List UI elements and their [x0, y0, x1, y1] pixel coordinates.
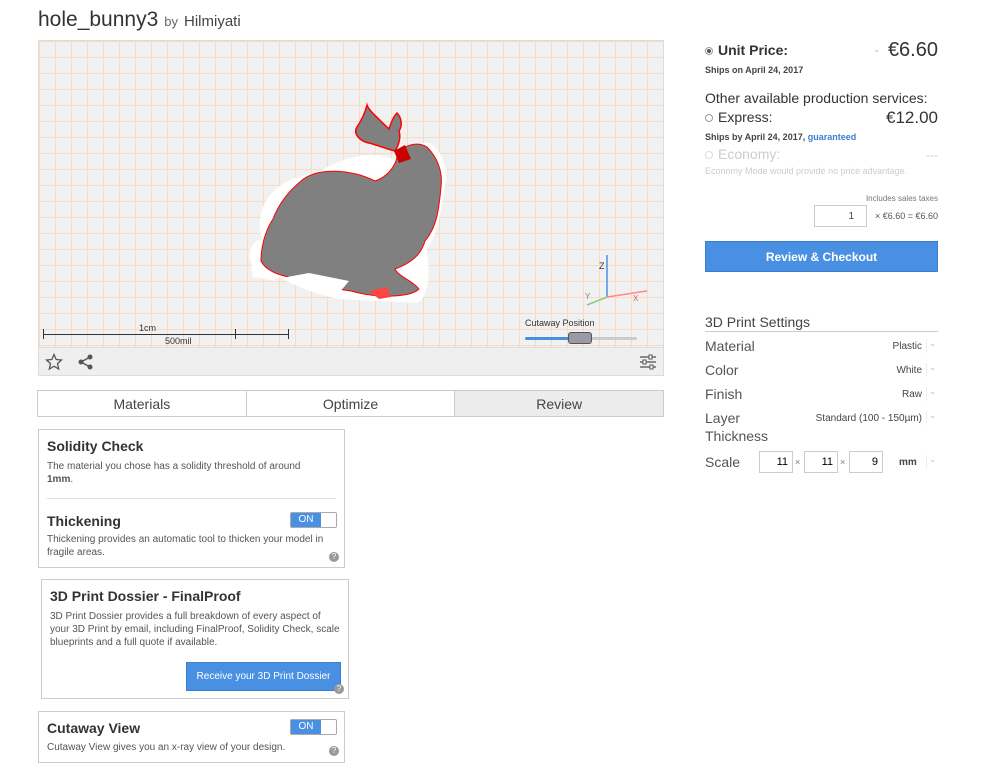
scale-label: Scale — [705, 454, 741, 470]
model-viewer[interactable]: Z Y X 1cm 500mil Cutaway Position — [38, 40, 664, 376]
economy-label: Economy: — [718, 146, 781, 162]
scale-ruler: 1cm 500mil — [43, 323, 289, 346]
quantity-formula: × €6.60 = €6.60 — [874, 211, 938, 221]
solidity-threshold-suffix: . — [70, 474, 74, 485]
finish-value: Raw — [901, 389, 922, 400]
unit-price-value: €6.60 — [887, 39, 938, 61]
cutaway-slider-handle[interactable] — [568, 332, 593, 344]
settings-sliders-icon[interactable] — [639, 353, 657, 371]
chevron-down-icon[interactable]: ⌄ — [926, 411, 938, 425]
review-checkout-button[interactable]: Review & Checkout — [705, 241, 938, 272]
express-price: €12.00 — [886, 108, 938, 127]
help-icon[interactable]: ? — [334, 684, 344, 694]
layer-thickness-label: Layer Thickness — [705, 410, 769, 444]
scale-z-input[interactable] — [849, 451, 883, 473]
unit-price-radio[interactable] — [705, 47, 713, 55]
scale-setting: Scale × × mm ⌄ — [705, 451, 938, 477]
guaranteed-link[interactable]: guaranteed — [808, 132, 857, 142]
economy-note: Economy Mode would provide no price adva… — [705, 166, 908, 176]
workflow-tabs: Materials Optimize Review — [37, 390, 664, 417]
chevron-down-icon[interactable]: ⌄ — [926, 455, 938, 469]
color-value: White — [896, 365, 922, 376]
solidity-text: The material you chose has a solidity th… — [47, 460, 337, 486]
print-settings-title: 3D Print Settings — [705, 314, 811, 330]
title-row: hole_bunny3 by Hilmiyati — [38, 8, 241, 32]
model-name: hole_bunny3 — [38, 8, 159, 31]
scale-cm-label: 1cm — [139, 323, 157, 333]
tab-optimize[interactable]: Optimize — [246, 391, 456, 416]
axis-y-label: Y — [585, 292, 591, 301]
bunny-ear-section — [355, 102, 402, 152]
scale-unit[interactable]: mm — [899, 457, 917, 468]
economy-radio[interactable] — [705, 151, 713, 159]
cutaway-control: Cutaway Position — [525, 318, 641, 344]
cutaway-view-title: Cutaway View — [47, 720, 141, 736]
times-sign: × — [795, 457, 801, 467]
solidity-threshold: 1mm — [47, 474, 71, 485]
tab-materials[interactable]: Materials — [38, 391, 247, 416]
other-services-title: Other available production services: — [705, 90, 928, 106]
material-label: Material — [705, 338, 755, 354]
material-setting[interactable]: Material Plastic ⌄ — [705, 337, 938, 357]
tax-note: Includes sales taxes — [865, 194, 938, 203]
express-radio[interactable] — [705, 114, 713, 122]
finish-setting[interactable]: Finish Raw ⌄ — [705, 385, 938, 405]
help-icon[interactable]: ? — [329, 552, 339, 562]
help-icon[interactable]: ? — [329, 746, 339, 756]
cutaway-view-toggle-state: ON — [291, 720, 321, 734]
viewer-canvas[interactable]: Z Y X 1cm 500mil Cutaway Position — [39, 41, 663, 349]
viewer-toolbar — [39, 347, 663, 375]
thickening-toggle[interactable]: ON — [290, 512, 337, 528]
unit-price-label: Unit Price: — [718, 42, 789, 58]
scale-x-input[interactable] — [759, 451, 793, 473]
cutaway-view-toggle[interactable]: ON — [290, 719, 337, 735]
model-render: Z Y X — [249, 102, 648, 306]
chevron-down-icon[interactable]: ⌄ — [873, 44, 881, 55]
scale-y-input[interactable] — [804, 451, 838, 473]
dossier-text: 3D Print Dossier provides a full breakdo… — [50, 611, 340, 648]
tab-review[interactable]: Review — [455, 391, 664, 416]
star-icon[interactable] — [44, 352, 64, 371]
axis-x-label: X — [633, 294, 639, 303]
color-setting[interactable]: Color White ⌄ — [705, 361, 938, 381]
thickening-text: Thickening provides an automatic tool to… — [47, 534, 324, 558]
card-divider — [47, 498, 336, 499]
author-link[interactable]: Hilmiyati — [184, 13, 241, 30]
dossier-title: 3D Print Dossier - FinalProof — [50, 588, 241, 604]
express-ships-date: Ships by April 24, 2017, — [705, 132, 806, 142]
thickening-title: Thickening — [47, 513, 121, 529]
chevron-down-icon[interactable]: ⌄ — [926, 339, 938, 353]
express-label: Express: — [718, 109, 773, 125]
scale-mil-label: 500mil — [165, 336, 192, 346]
share-icon[interactable] — [77, 353, 95, 371]
chevron-down-icon[interactable]: ⌄ — [926, 387, 938, 401]
by-label: by — [164, 14, 179, 29]
settings-divider — [705, 331, 938, 332]
cutaway-view-card: Cutaway View ON Cutaway View gives you a… — [38, 711, 345, 763]
layer-thickness-value: Standard (100 - 150µm) — [815, 413, 922, 424]
finish-label: Finish — [705, 386, 743, 402]
solidity-title: Solidity Check — [47, 438, 144, 454]
solidity-card: Solidity Check The material you chose ha… — [38, 429, 345, 568]
thickening-toggle-state: ON — [291, 513, 321, 527]
dossier-card: 3D Print Dossier - FinalProof 3D Print D… — [41, 579, 349, 699]
chevron-down-icon[interactable]: ⌄ — [926, 363, 938, 377]
receive-dossier-button[interactable]: Receive your 3D Print Dossier — [186, 662, 341, 691]
color-label: Color — [705, 362, 739, 378]
solidity-description: The material you chose has a solidity th… — [47, 461, 301, 472]
economy-price: --- — [926, 148, 938, 162]
layer-thickness-setting[interactable]: Layer Thickness Standard (100 - 150µm) ⌄ — [705, 409, 938, 447]
times-sign: × — [840, 457, 846, 467]
cutaway-label: Cutaway Position — [525, 318, 595, 328]
material-value: Plastic — [892, 341, 922, 352]
cutaway-view-text: Cutaway View gives you an x-ray view of … — [47, 742, 286, 753]
quantity-input[interactable] — [814, 205, 867, 227]
unit-ships-date: Ships on April 24, 2017 — [705, 65, 804, 75]
express-ships: Ships by April 24, 2017, guaranteed — [705, 132, 856, 142]
axis-z-label: Z — [599, 261, 605, 271]
